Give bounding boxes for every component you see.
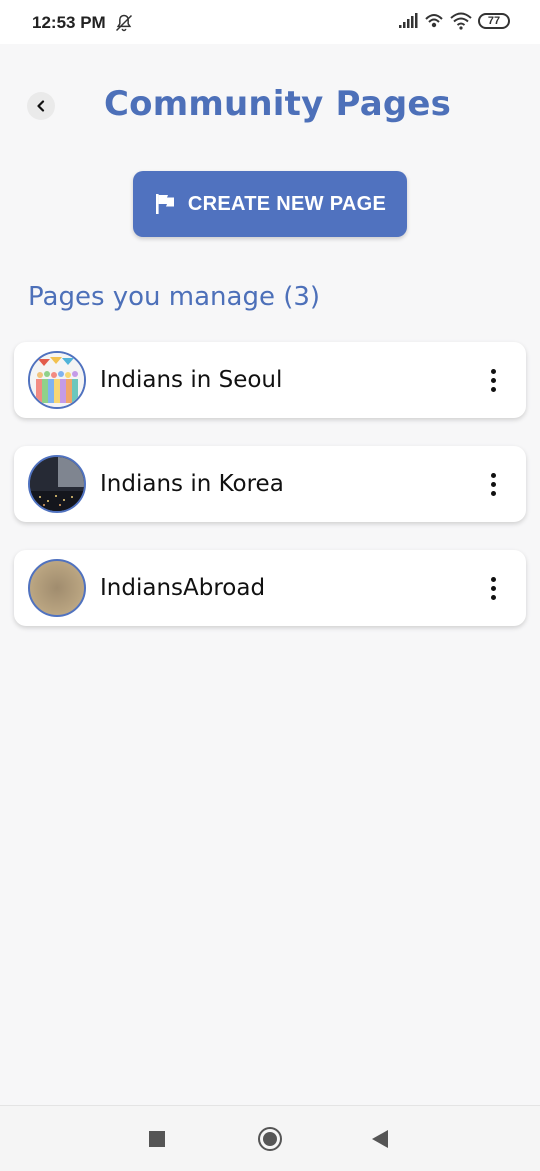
page-card-indians-in-seoul[interactable]: Indians in Seoul [14,342,526,418]
wifi-icon [450,12,472,30]
back-triangle-icon[interactable] [372,1130,388,1148]
more-vertical-icon-dot [490,472,496,478]
page-name: Indians in Seoul [100,367,283,393]
more-options-button[interactable] [478,360,508,400]
page-card-indiansabroad[interactable]: IndiansAbroad [14,550,526,626]
status-time: 12:53 PM [32,13,106,32]
city-night-image [30,457,84,511]
recents-square-icon[interactable] [149,1131,165,1147]
bell-off-icon [115,14,133,32]
signal-icon [399,13,418,28]
create-new-page-button[interactable]: CREATE NEW PAGE [133,171,407,237]
battery-indicator: 77 [478,13,510,29]
page-name: IndiansAbroad [100,575,266,601]
people-crowd-image [30,353,84,407]
status-bar: 12:53 PM 77 [0,0,540,44]
more-vertical-icon-dot [490,377,496,383]
more-vertical-icon-dot [490,490,496,496]
hotspot-icon [425,14,443,28]
status-icons: 77 [398,12,510,30]
page-avatar [28,455,86,513]
page-avatar [28,559,86,617]
create-new-page-label: CREATE NEW PAGE [187,192,387,215]
more-options-button[interactable] [478,464,508,504]
page-card-indians-in-korea[interactable]: Indians in Korea [14,446,526,522]
more-vertical-icon-dot [490,585,496,591]
more-vertical-icon-dot [490,386,496,392]
home-circle-icon[interactable] [258,1127,282,1151]
more-options-button[interactable] [478,568,508,608]
page-name: Indians in Korea [100,471,284,497]
back-button[interactable] [27,92,55,120]
section-heading: Pages you manage (3) [28,282,321,312]
page-title: Community Pages [104,84,452,124]
more-vertical-icon-dot [490,594,496,600]
chevron-left-icon [37,100,45,112]
more-vertical-icon-dot [490,481,496,487]
system-navigation-bar [0,1105,540,1171]
more-vertical-icon-dot [490,368,496,374]
flag-icon [155,194,174,214]
page-avatar [28,351,86,409]
more-vertical-icon-dot [490,576,496,582]
